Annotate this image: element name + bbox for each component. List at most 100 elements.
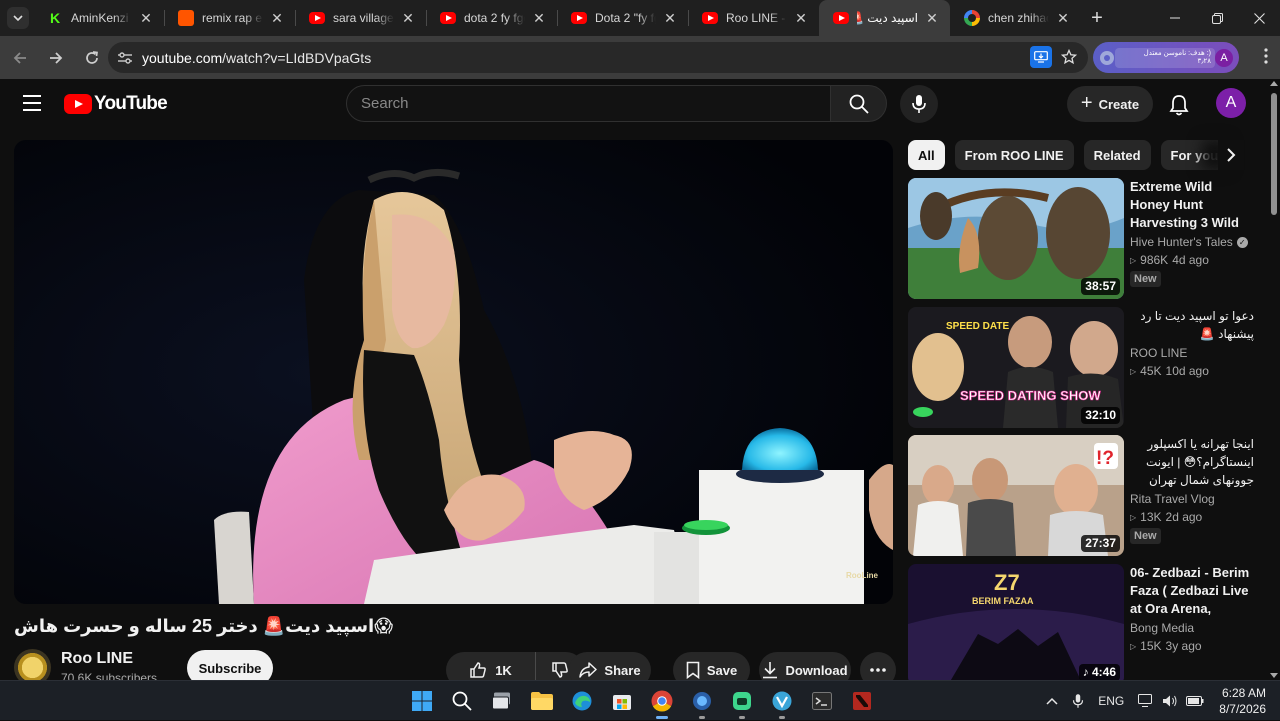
app-vpn[interactable] <box>764 681 800 721</box>
voice-search-button[interactable] <box>900 85 938 123</box>
video-player[interactable]: RooLine <box>14 140 893 604</box>
scroll-thumb[interactable] <box>1271 93 1277 215</box>
recommendation-channel[interactable]: Rita Travel Vlog <box>1130 492 1215 506</box>
recommendation-item[interactable]: 38:57 Extreme Wild Honey Hunt Harvesting… <box>908 178 1258 300</box>
taskbar-search-button[interactable] <box>444 681 480 721</box>
scroll-down-arrow[interactable] <box>1270 673 1278 678</box>
close-icon[interactable]: ✕ <box>924 10 940 27</box>
site-info-icon[interactable] <box>114 47 136 69</box>
video-duration: 27:37 <box>1081 535 1120 552</box>
notifications-button[interactable] <box>1166 92 1192 118</box>
video-thumbnail[interactable]: 38:57 <box>908 178 1124 299</box>
close-icon[interactable]: ✕ <box>400 10 416 27</box>
create-button[interactable]: + Create <box>1067 86 1153 122</box>
close-icon <box>1253 12 1265 24</box>
account-avatar[interactable]: A <box>1216 88 1246 118</box>
microphone-tray-button[interactable] <box>1065 693 1091 709</box>
browser-tab[interactable]: K AminKenzi Stream ✕ <box>33 0 164 36</box>
reload-button[interactable] <box>76 42 108 74</box>
back-button[interactable] <box>4 42 36 74</box>
close-window-button[interactable] <box>1238 0 1280 36</box>
more-actions-button[interactable] <box>860 652 896 680</box>
recommendation-title[interactable]: Extreme Wild Honey Hunt Harvesting 3 Wil… <box>1130 178 1254 232</box>
language-indicator[interactable]: ENG <box>1091 694 1131 708</box>
channel-name[interactable]: Roo LINE <box>61 650 133 668</box>
profile-avatar[interactable]: A <box>1215 48 1233 67</box>
minimize-button[interactable] <box>1154 0 1196 36</box>
url-host: youtube.com <box>142 49 223 66</box>
video-title: 😱اسپید دیت🚨 دختر 25 ساله و حسرت هاش <box>14 616 393 636</box>
close-icon[interactable]: ✕ <box>138 10 154 27</box>
browser-tab[interactable]: sara village - YouTube ✕ <box>295 0 426 36</box>
start-button[interactable] <box>404 681 440 721</box>
video-thumbnail[interactable]: Z7 BERIM FAZAA ♪ 4:46 <box>908 564 1124 680</box>
chips-next-button[interactable] <box>1218 140 1244 170</box>
music-note-icon: ♪ <box>1082 665 1092 679</box>
install-app-icon[interactable] <box>1030 46 1052 68</box>
chrome-icon <box>651 690 673 712</box>
address-bar[interactable]: youtube.com/watch?v=LIdBDVpaGts <box>108 42 1088 73</box>
clock[interactable]: 6:28 AM 8/7/2026 <box>1211 685 1280 717</box>
recommendation-title[interactable]: دعوا تو اسپید دیت تا رد پیشنهاد 🚨 <box>1130 307 1254 343</box>
browser-tab[interactable]: Dota 2 "fy fgoofy ✕ <box>557 0 688 36</box>
app-green[interactable] <box>724 681 760 721</box>
browser-tab[interactable]: Roo LINE - YouTube ✕ <box>688 0 819 36</box>
close-icon[interactable]: ✕ <box>1055 10 1071 27</box>
recommendation-item[interactable]: SPEED DATE SPEED DATING SHOW 32:10 دعوا … <box>908 307 1258 429</box>
tab-search-button[interactable] <box>7 7 29 29</box>
youtube-play-icon <box>64 94 92 114</box>
restore-button[interactable] <box>1196 0 1238 36</box>
chip-from-channel[interactable]: From ROO LINE <box>954 140 1074 170</box>
app-blue-orb[interactable] <box>684 681 720 721</box>
browser-tab[interactable]: dota 2 fy fgoofy ✕ <box>426 0 557 36</box>
network-volume-button[interactable] <box>1131 694 1211 708</box>
url-text[interactable]: youtube.com/watch?v=LIdBDVpaGts <box>142 50 371 66</box>
channel-avatar[interactable] <box>14 649 51 680</box>
browser-tab-active[interactable]: اسپید دیت 🚨 ✕ <box>819 0 950 36</box>
chip-all[interactable]: All <box>908 140 945 170</box>
recommendation-channel[interactable]: Bong Media <box>1130 621 1194 635</box>
recommendation-item[interactable]: Z7 BERIM FAZAA ♪ 4:46 06- Zedbazi - Beri… <box>908 564 1258 680</box>
browser-tab[interactable]: chen zhihao on ✕ <box>950 0 1081 36</box>
recommendation-title[interactable]: 06- Zedbazi - Berim Faza ( Zedbazi Live … <box>1130 564 1254 618</box>
search-button[interactable] <box>830 85 887 122</box>
browser-tab[interactable]: remix rap english ✕ <box>164 0 295 36</box>
store-app[interactable] <box>604 681 640 721</box>
battery-icon <box>1186 696 1204 706</box>
minimize-icon <box>1170 17 1180 19</box>
recommendation-channel[interactable]: Hive Hunter's Tales <box>1130 235 1233 249</box>
chip-related[interactable]: Related <box>1083 140 1151 170</box>
task-view-button[interactable] <box>484 681 520 721</box>
tray-overflow-button[interactable] <box>1039 697 1065 705</box>
close-icon[interactable]: ✕ <box>531 10 547 27</box>
subscribe-button[interactable]: Subscribe <box>187 650 273 680</box>
terminal-app[interactable] <box>804 681 840 721</box>
menu-icon[interactable] <box>22 93 42 113</box>
video-thumbnail[interactable]: !? 27:37 <box>908 435 1124 556</box>
page-scrollbar[interactable] <box>1268 79 1280 680</box>
recommendation-title[interactable]: اینجا تهرانه یا اکسپلور اینستاگرام؟😳 | ا… <box>1130 435 1254 489</box>
download-button[interactable]: Download <box>759 652 851 680</box>
close-icon[interactable]: ✕ <box>793 10 809 27</box>
close-icon[interactable]: ✕ <box>662 10 678 27</box>
dota2-app[interactable] <box>844 681 880 721</box>
file-explorer-app[interactable] <box>524 681 560 721</box>
save-button[interactable]: Save <box>673 652 750 680</box>
extension-widget[interactable]: هدف: ناموسن معتدل :) ۳٫۲۸ A <box>1093 42 1239 73</box>
recommendation-item[interactable]: !? 27:37 اینجا تهرانه یا اکسپلور اینستاگ… <box>908 435 1258 557</box>
microphone-icon <box>912 95 926 113</box>
recommendation-channel[interactable]: ROO LINE <box>1130 346 1187 360</box>
close-icon[interactable]: ✕ <box>269 10 285 27</box>
like-button[interactable]: 1K <box>446 652 536 680</box>
youtube-logo[interactable]: YouTube <box>64 93 168 115</box>
new-tab-button[interactable]: + <box>1081 0 1113 36</box>
bookmark-star-icon[interactable] <box>1058 46 1080 68</box>
share-button[interactable]: Share <box>569 652 651 680</box>
chrome-app[interactable] <box>644 681 680 721</box>
search-input[interactable] <box>361 95 830 112</box>
forward-button[interactable] <box>40 42 72 74</box>
browser-menu-button[interactable] <box>1264 48 1268 69</box>
video-thumbnail[interactable]: SPEED DATE SPEED DATING SHOW 32:10 <box>908 307 1124 428</box>
scroll-up-arrow[interactable] <box>1270 81 1278 86</box>
edge-app[interactable] <box>564 681 600 721</box>
